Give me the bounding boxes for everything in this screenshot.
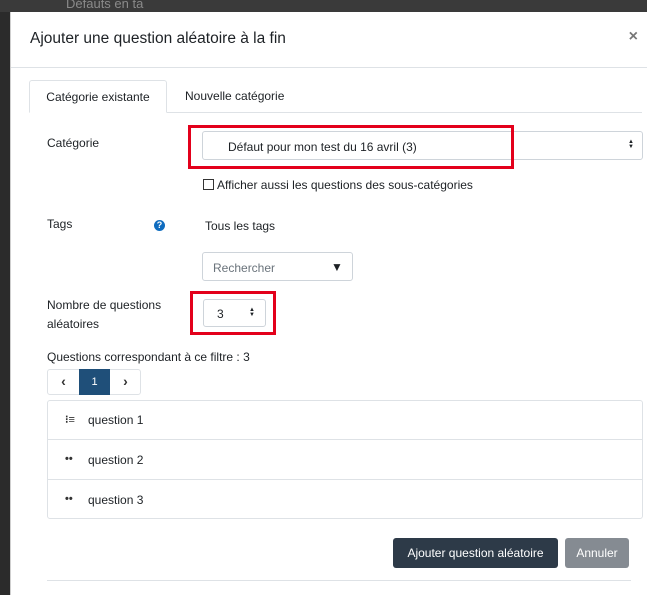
list-item: •• question 3 bbox=[48, 481, 642, 520]
highlight-box-category bbox=[188, 125, 514, 169]
page-backdrop-top: Défauts en ta bbox=[0, 0, 647, 12]
cancel-button[interactable]: Annuler bbox=[565, 538, 629, 568]
previous-page-button[interactable]: ‹ bbox=[48, 370, 79, 394]
question-label: question 1 bbox=[88, 413, 144, 427]
count-label-line2: aléatoires bbox=[47, 317, 100, 331]
current-page-button[interactable]: 1 bbox=[79, 369, 110, 395]
tags-search-dropdown[interactable]: Rechercher ▼ bbox=[202, 252, 353, 281]
category-tabs: Catégorie existante Nouvelle catégorie bbox=[29, 80, 642, 113]
question-label: question 2 bbox=[88, 453, 144, 467]
add-random-question-button[interactable]: Ajouter question aléatoire bbox=[393, 538, 558, 568]
footer-divider bbox=[47, 580, 631, 581]
select-arrows-icon: ▲ ▼ bbox=[628, 139, 634, 150]
truefalse-icon: •• bbox=[65, 493, 73, 505]
tags-label: Tags bbox=[47, 217, 73, 231]
help-icon[interactable]: ? bbox=[154, 220, 165, 231]
tab-new-category[interactable]: Nouvelle catégorie bbox=[185, 80, 284, 113]
pagination: ‹ 1 › bbox=[47, 369, 141, 395]
close-icon[interactable]: × bbox=[629, 28, 638, 46]
count-label-line1: Nombre de questions bbox=[47, 298, 162, 312]
next-page-button[interactable]: › bbox=[110, 370, 141, 394]
matching-questions-label: Questions correspondant à ce filtre : 3 bbox=[47, 350, 250, 364]
tags-search-placeholder: Rechercher bbox=[213, 261, 276, 275]
truefalse-icon: •• bbox=[65, 453, 73, 465]
question-list: ⁝≡ question 1 •• question 2 •• question … bbox=[47, 400, 643, 519]
subcategories-checkbox[interactable] bbox=[203, 179, 214, 190]
page-backdrop-left bbox=[0, 0, 10, 595]
subcategories-label: Afficher aussi les questions des sous-ca… bbox=[217, 178, 473, 192]
question-label: question 3 bbox=[88, 493, 144, 507]
list-item: •• question 2 bbox=[48, 441, 642, 480]
tab-existing-category[interactable]: Catégorie existante bbox=[29, 80, 167, 113]
subcategories-checkbox-row[interactable]: Afficher aussi les questions des sous-ca… bbox=[203, 178, 473, 192]
tags-value: Tous les tags bbox=[205, 219, 276, 233]
dropdown-caret-icon: ▼ bbox=[331, 260, 343, 274]
list-item: ⁝≡ question 1 bbox=[48, 401, 642, 440]
dialog-header: Ajouter une question aléatoire à la fin … bbox=[11, 12, 647, 68]
dialog-title: Ajouter une question aléatoire à la fin bbox=[30, 30, 286, 47]
backdrop-text: Défauts en ta bbox=[66, 0, 144, 11]
highlight-box-count bbox=[190, 291, 276, 335]
category-label: Catégorie bbox=[47, 136, 100, 150]
multichoice-icon: ⁝≡ bbox=[65, 414, 75, 426]
